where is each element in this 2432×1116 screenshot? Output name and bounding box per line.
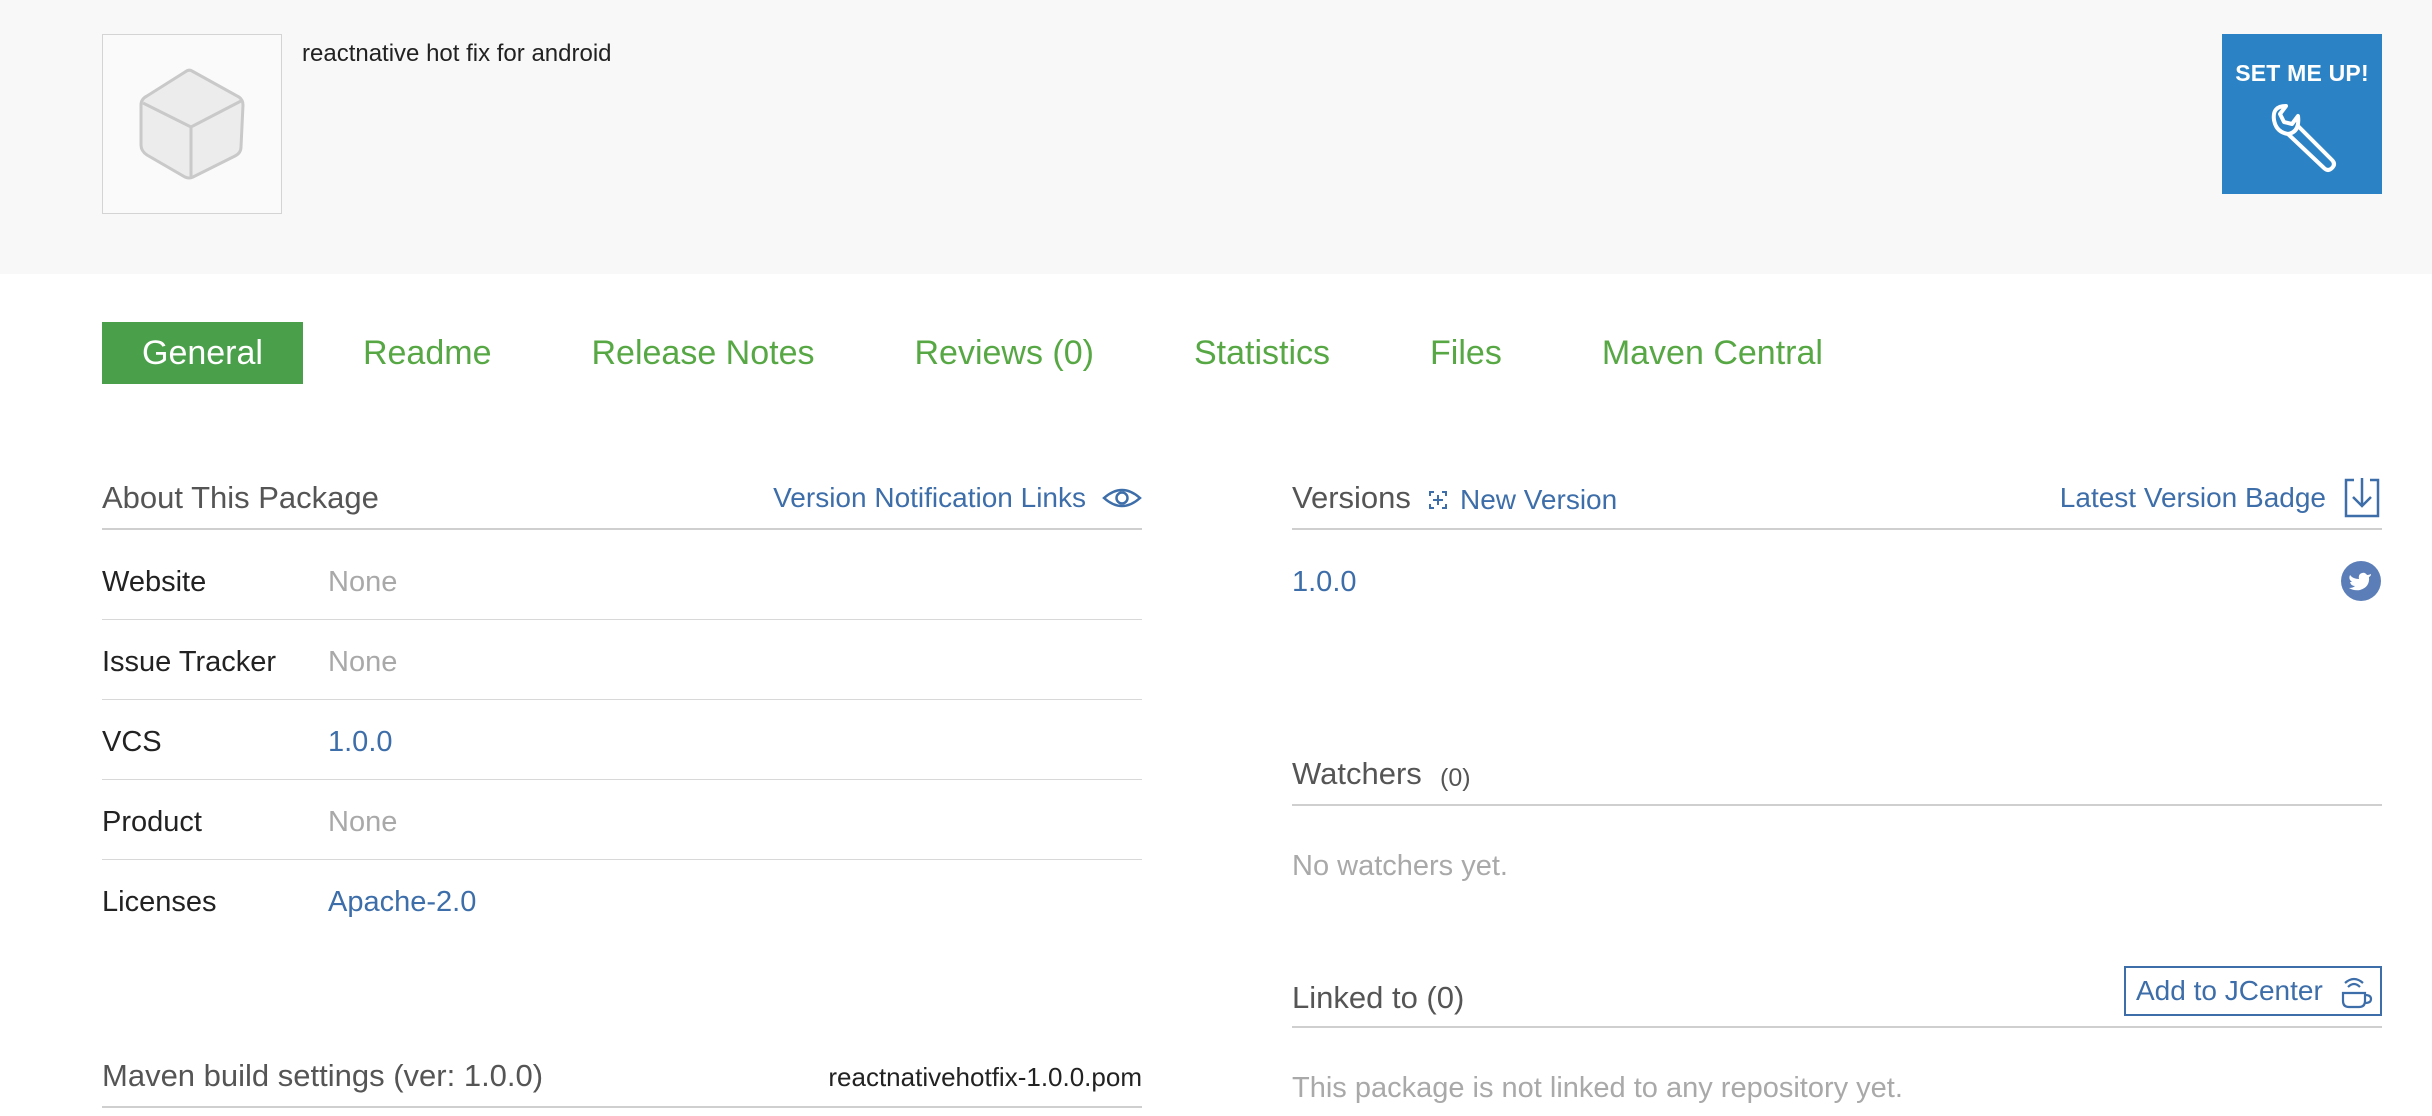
latest-version-badge[interactable]: Latest Version Badge bbox=[2060, 476, 2382, 520]
version-notification-links[interactable]: Version Notification Links bbox=[773, 482, 1142, 514]
maven-settings-header: Maven build settings (ver: 1.0.0) reactn… bbox=[102, 1052, 1142, 1108]
about-value: None bbox=[328, 646, 398, 678]
about-row-licenses: Licenses Apache-2.0 bbox=[102, 860, 1142, 940]
about-row-product: Product None bbox=[102, 780, 1142, 860]
about-row-vcs: VCS 1.0.0 bbox=[102, 700, 1142, 780]
watchers-count: (0) bbox=[1440, 764, 1471, 792]
watchers-empty-text: No watchers yet. bbox=[1292, 850, 1508, 882]
wrench-icon bbox=[2271, 104, 2336, 172]
tab-maven-central[interactable]: Maven Central bbox=[1602, 334, 1823, 373]
tab-release-notes[interactable]: Release Notes bbox=[591, 334, 814, 373]
version-link[interactable]: 1.0.0 bbox=[1292, 566, 1357, 599]
vcs-link[interactable]: 1.0.0 bbox=[328, 726, 393, 759]
tab-readme[interactable]: Readme bbox=[363, 334, 492, 373]
eye-icon bbox=[1102, 488, 1142, 508]
versions-title: Versions bbox=[1292, 480, 1411, 515]
version-list-item: 1.0.0 bbox=[1292, 560, 2382, 610]
latest-version-badge-label: Latest Version Badge bbox=[2059, 482, 2326, 513]
about-row-issue-tracker: Issue Tracker None bbox=[102, 620, 1142, 700]
package-description: reactnative hot fix for android bbox=[302, 40, 612, 67]
about-title: About This Package bbox=[102, 480, 379, 515]
jcenter-icon bbox=[2341, 977, 2372, 1009]
new-version-button[interactable]: New Version bbox=[1426, 484, 1617, 516]
watchers-section-header: Watchers (0) bbox=[1292, 752, 2382, 806]
add-to-jcenter-label: Add to JCenter bbox=[2136, 975, 2323, 1006]
about-key: Issue Tracker bbox=[102, 646, 277, 678]
about-key: Licenses bbox=[102, 886, 217, 918]
tab-files[interactable]: Files bbox=[1430, 334, 1502, 373]
set-me-up-button[interactable]: SET ME UP! bbox=[2222, 34, 2382, 194]
plus-icon bbox=[1429, 491, 1447, 509]
linked-section-header: Linked to (0) Add to JCenter bbox=[1292, 966, 2382, 1028]
maven-settings-title: Maven build settings (ver: 1.0.0) bbox=[102, 1058, 544, 1093]
tab-statistics[interactable]: Statistics bbox=[1194, 334, 1330, 373]
package-image bbox=[102, 34, 282, 214]
package-header: reactnative hot fix for android SET ME U… bbox=[0, 0, 2432, 274]
tab-reviews[interactable]: Reviews (0) bbox=[915, 334, 1094, 373]
set-me-up-label: SET ME UP! bbox=[2235, 60, 2369, 86]
about-section-header: About This Package Version Notification … bbox=[102, 476, 1142, 530]
about-key: Product bbox=[102, 806, 202, 838]
linked-empty-text: This package is not linked to any reposi… bbox=[1292, 1072, 1903, 1104]
license-link[interactable]: Apache-2.0 bbox=[328, 886, 476, 919]
about-key: VCS bbox=[102, 726, 162, 758]
about-value: None bbox=[328, 566, 398, 598]
new-version-label: New Version bbox=[1460, 484, 1618, 515]
about-value: None bbox=[328, 806, 398, 838]
version-notification-label[interactable]: Version Notification Links bbox=[773, 482, 1086, 514]
linked-title: Linked to (0) bbox=[1292, 980, 1465, 1015]
twitter-icon[interactable] bbox=[2340, 560, 2382, 602]
package-tabs: General Readme Release Notes Reviews (0)… bbox=[102, 322, 1823, 384]
download-icon bbox=[2344, 478, 2380, 518]
pom-file-link[interactable]: reactnativehotfix-1.0.0.pom bbox=[828, 1062, 1142, 1093]
box-icon bbox=[139, 68, 245, 180]
versions-section-header: Versions New Version Latest Version Badg… bbox=[1292, 476, 2382, 530]
about-key: Website bbox=[102, 566, 207, 598]
about-row-website: Website None bbox=[102, 540, 1142, 620]
add-to-jcenter-button[interactable]: Add to JCenter bbox=[2124, 966, 2382, 1016]
tab-general[interactable]: General bbox=[102, 322, 303, 384]
watchers-title: Watchers bbox=[1292, 756, 1422, 791]
